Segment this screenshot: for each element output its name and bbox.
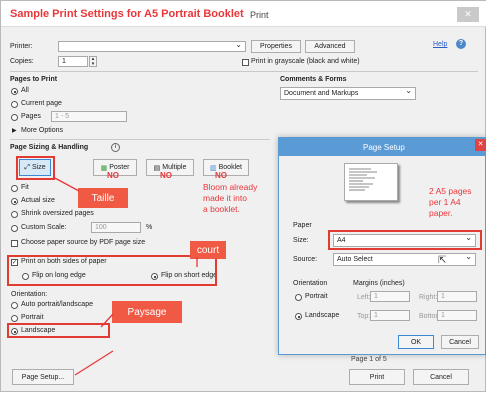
page-setup-close-button[interactable]: ✕ (475, 139, 486, 151)
actual-size-radio[interactable] (11, 198, 18, 205)
print-dialog: Sample Print Settings for A5 Portrait Bo… (0, 0, 486, 392)
current-page-label: Current page (21, 100, 62, 107)
comments-forms-select[interactable]: Document and Markups (280, 87, 416, 100)
dialog-subtitle: Print (250, 10, 269, 20)
print-button[interactable]: Print (349, 369, 405, 385)
printer-label: Printer: (10, 43, 33, 50)
custom-scale-label: Custom Scale: (21, 224, 67, 231)
a5-note-1: 2 A5 pages (429, 186, 472, 196)
margin-top-label: Top: (357, 313, 371, 320)
help-icon[interactable]: ? (456, 39, 466, 49)
ps-portrait-radio[interactable] (295, 294, 302, 301)
paper-source-checkbox[interactable] (11, 240, 18, 247)
portrait-label: Portrait (21, 314, 44, 321)
auto-orientation-radio[interactable] (11, 302, 18, 309)
taille-arrow (52, 176, 80, 192)
copies-label: Copies: (10, 58, 34, 65)
custom-scale-radio[interactable] (11, 225, 18, 232)
close-icon: ✕ (477, 141, 484, 148)
shrink-radio[interactable] (11, 211, 18, 218)
margin-right-input[interactable]: 1 (437, 291, 477, 302)
duplex-highlight (7, 255, 217, 286)
close-icon: ✕ (464, 9, 472, 19)
all-label: All (21, 87, 29, 94)
paysage-callout: Paysage (112, 301, 182, 323)
margin-right-label: Right: (419, 294, 438, 301)
ps-ok-button[interactable]: OK (398, 335, 434, 349)
all-radio[interactable] (11, 88, 18, 95)
copies-stepper[interactable]: ▴ ▾ (89, 56, 97, 67)
close-button[interactable]: ✕ (457, 7, 479, 22)
a5-note-2: per 1 A4 (429, 197, 461, 207)
fit-label: Fit (21, 184, 29, 191)
margin-bottom-input[interactable]: 1 (437, 310, 477, 321)
bloom-note-3: a booklet. (203, 204, 240, 214)
margin-left-input[interactable]: 1 (370, 291, 410, 302)
poster-no-note: NO (107, 171, 119, 180)
portrait-radio[interactable] (11, 315, 18, 322)
margin-top-input[interactable]: 1 (370, 310, 410, 321)
help-link[interactable]: Help (433, 41, 447, 48)
margin-left-label: Left: (357, 294, 371, 301)
percent-label: % (146, 224, 153, 231)
court-callout: court (190, 241, 226, 259)
paper-heading: Paper (293, 222, 312, 229)
bloom-note-1: Bloom already (203, 182, 258, 192)
mouse-cursor-icon: ⇱ (438, 255, 447, 266)
grayscale-checkbox[interactable] (242, 59, 249, 66)
margins-heading: Margins (inches) (353, 280, 405, 287)
paper-size-label: Size: (293, 237, 309, 244)
fit-radio[interactable] (11, 185, 18, 192)
page-sizing-heading: Page Sizing & Handling (10, 144, 89, 151)
ps-orientation-heading: Orientation (293, 280, 328, 287)
grayscale-label: Print in grayscale (black and white) (251, 58, 360, 65)
custom-scale-input[interactable]: 100 (91, 222, 141, 233)
expand-arrow-icon[interactable]: ▶ (12, 127, 17, 134)
auto-orientation-label: Auto portrait/landscape (21, 301, 93, 308)
a5-note-3: paper. (429, 208, 453, 218)
pages-to-print-heading: Pages to Print (10, 76, 58, 83)
page-setup-button[interactable]: Page Setup... (12, 369, 74, 385)
booklet-no-note: NO (215, 171, 227, 180)
paper-source-label: Choose paper source by PDF page size (21, 239, 146, 246)
actual-size-label: Actual size (21, 197, 55, 204)
advanced-button[interactable]: Advanced (305, 40, 355, 53)
orientation-heading: Orientation: (11, 291, 48, 298)
page-setup-title: Page Setup (363, 143, 405, 152)
ps-landscape-label: Landscape (305, 312, 340, 319)
comments-forms-heading: Comments & Forms (280, 76, 347, 83)
page-preview-text (349, 168, 377, 191)
paper-source-select[interactable]: Auto Select (333, 253, 476, 266)
pages-label: Pages (21, 113, 41, 120)
divider (10, 139, 270, 140)
properties-button[interactable]: Properties (251, 40, 301, 53)
pages-radio[interactable] (11, 114, 18, 121)
ps-portrait-label: Portrait (305, 293, 328, 300)
taille-callout: Taille (78, 188, 128, 208)
landscape-highlight (7, 323, 110, 338)
ps-landscape-radio[interactable] (295, 313, 302, 320)
paper-source-label: Source: (293, 256, 318, 263)
info-icon: i (111, 143, 120, 152)
shrink-label: Shrink oversized pages (21, 210, 94, 217)
bloom-note-2: made it into (203, 193, 247, 203)
cancel-button[interactable]: Cancel (413, 369, 469, 385)
pages-range-input[interactable]: 1 - 5 (51, 111, 127, 122)
divider (10, 71, 478, 72)
multiple-no-note: NO (160, 171, 172, 180)
ps-cancel-button[interactable]: Cancel (441, 335, 479, 349)
paper-size-highlight (328, 230, 482, 250)
more-options-link[interactable]: More Options (21, 127, 63, 134)
dialog-title: Sample Print Settings for A5 Portrait Bo… (10, 8, 244, 20)
printer-select[interactable] (58, 41, 246, 52)
page-setup-arrow (74, 350, 114, 376)
size-highlight (16, 156, 55, 180)
copies-input[interactable]: 1 (58, 56, 88, 67)
current-page-radio[interactable] (11, 101, 18, 108)
preview-pages-label: Page 1 of 5 (351, 356, 387, 363)
